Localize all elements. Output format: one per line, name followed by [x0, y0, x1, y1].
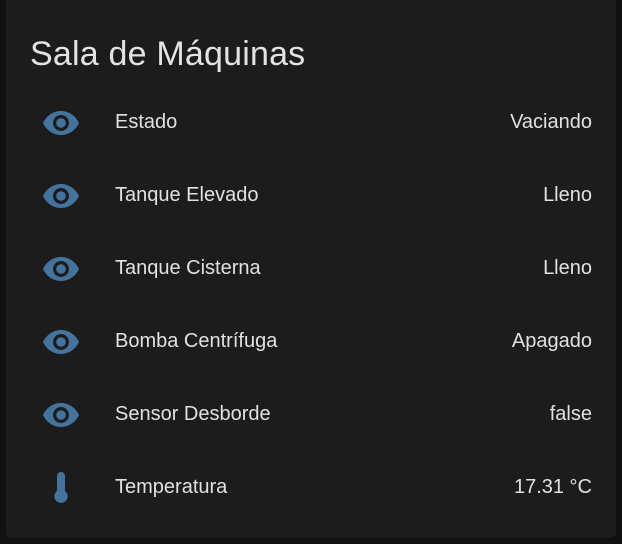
- entity-state: Lleno: [543, 257, 592, 279]
- entity-row-bomba-centrifuga[interactable]: Bomba Centrífuga Apagado: [6, 305, 616, 378]
- entity-state: Apagado: [511, 330, 592, 352]
- entity-label: Tanque Elevado: [115, 184, 259, 206]
- eye-icon: [41, 108, 81, 138]
- entity-row-temperatura[interactable]: Temperatura 17.31 °C: [6, 451, 616, 524]
- entity-state: Vaciando: [510, 111, 592, 133]
- entity-label: Tanque Cisterna: [115, 257, 261, 279]
- entity-state: 17.31 °C: [513, 476, 592, 498]
- entity-row-sensor-desborde[interactable]: Sensor Desborde false: [6, 378, 616, 451]
- entity-label: Temperatura: [115, 476, 228, 498]
- entity-row-estado[interactable]: Estado Vaciando: [6, 86, 616, 159]
- entity-label: Estado: [115, 111, 178, 133]
- card-title: Sala de Máquinas: [30, 35, 306, 73]
- entity-list: Estado Vaciando Tanque Elevado Lleno Tan…: [6, 86, 616, 524]
- eye-icon: [41, 327, 81, 357]
- entity-label: Bomba Centrífuga: [115, 330, 278, 352]
- entity-state: false: [549, 403, 592, 425]
- entities-card: Sala de Máquinas Estado Vaciando Tanque …: [6, 0, 616, 538]
- eye-icon: [41, 181, 81, 211]
- entity-row-tanque-elevado[interactable]: Tanque Elevado Lleno: [6, 159, 616, 232]
- eye-icon: [41, 254, 81, 284]
- entity-state: Lleno: [543, 184, 592, 206]
- entity-row-tanque-cisterna[interactable]: Tanque Cisterna Lleno: [6, 232, 616, 305]
- eye-icon: [41, 400, 81, 430]
- thermometer-icon: [41, 472, 81, 503]
- entity-label: Sensor Desborde: [115, 403, 271, 425]
